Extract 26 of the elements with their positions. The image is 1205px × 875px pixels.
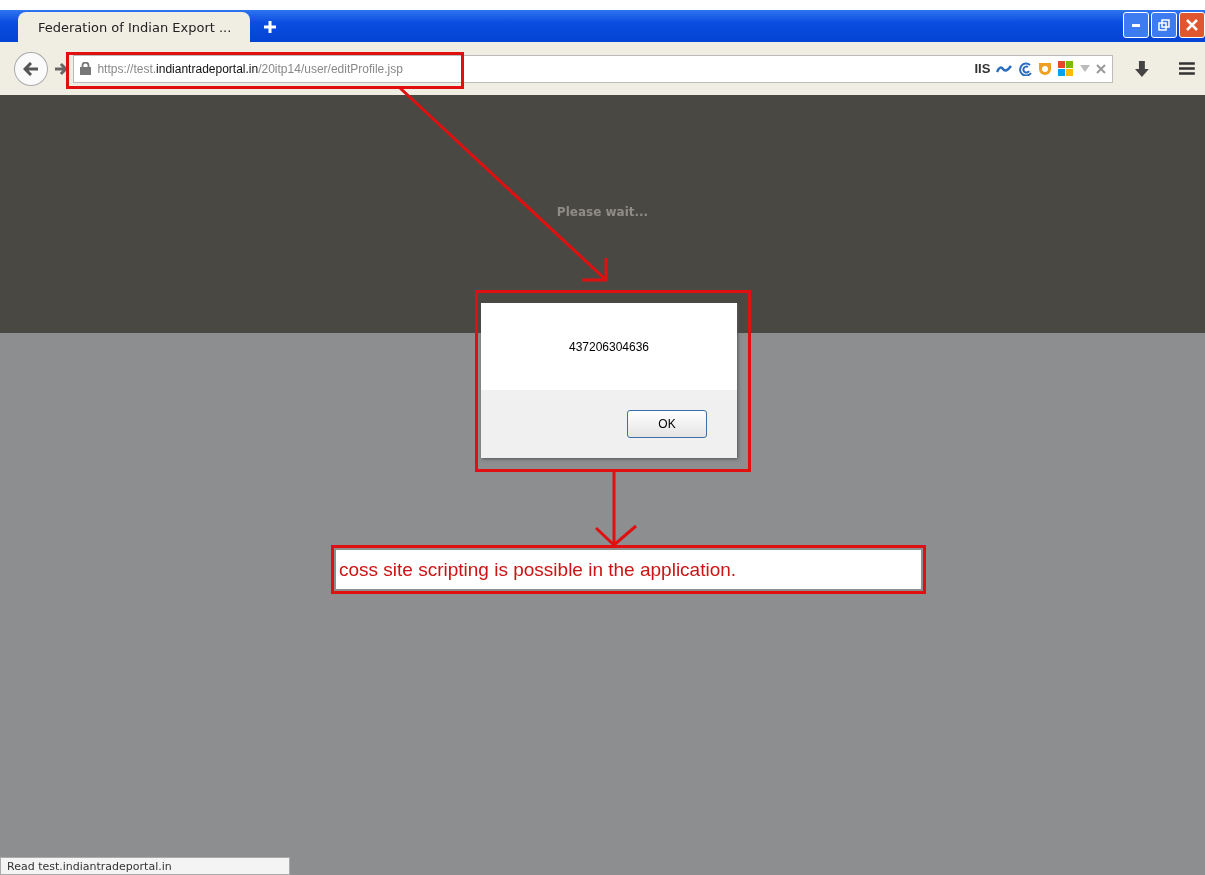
- back-button[interactable]: [14, 51, 48, 86]
- minimize-button[interactable]: [1123, 12, 1149, 38]
- ok-button[interactable]: OK: [627, 410, 707, 438]
- new-tab-icon[interactable]: [264, 21, 276, 33]
- minimize-icon: [1132, 23, 1140, 27]
- forward-icon[interactable]: [53, 62, 68, 75]
- address-field[interactable]: https://test.indiantradeportal.in/20itp14/user/editProfile.jsp IIS: [73, 54, 1114, 83]
- back-arrow-icon: [22, 61, 39, 76]
- clear-icon[interactable]: [1096, 63, 1107, 74]
- close-icon: [1186, 19, 1198, 31]
- browser-tab[interactable]: Federation of Indian Export ...: [18, 12, 250, 42]
- tab-title: Federation of Indian Export ...: [38, 19, 232, 35]
- alert-message: 437206304636: [568, 339, 650, 354]
- loading-text: Please wait...: [556, 205, 649, 221]
- annotation-text: coss site scripting is possible in the application.: [339, 558, 737, 581]
- close-button[interactable]: [1179, 12, 1205, 38]
- lock-icon: [80, 62, 92, 75]
- restore-icon: [1158, 19, 1170, 31]
- download-icon[interactable]: [1135, 60, 1150, 77]
- restore-button[interactable]: [1151, 12, 1177, 38]
- wave-icon[interactable]: [996, 63, 1013, 74]
- swirl-icon[interactable]: [1018, 61, 1033, 76]
- windows-logo-icon[interactable]: [1058, 60, 1075, 77]
- extension-label[interactable]: IIS: [974, 61, 991, 76]
- menu-icon[interactable]: [1179, 62, 1195, 75]
- status-bar: Read test.indiantradeportal.in: [0, 857, 290, 875]
